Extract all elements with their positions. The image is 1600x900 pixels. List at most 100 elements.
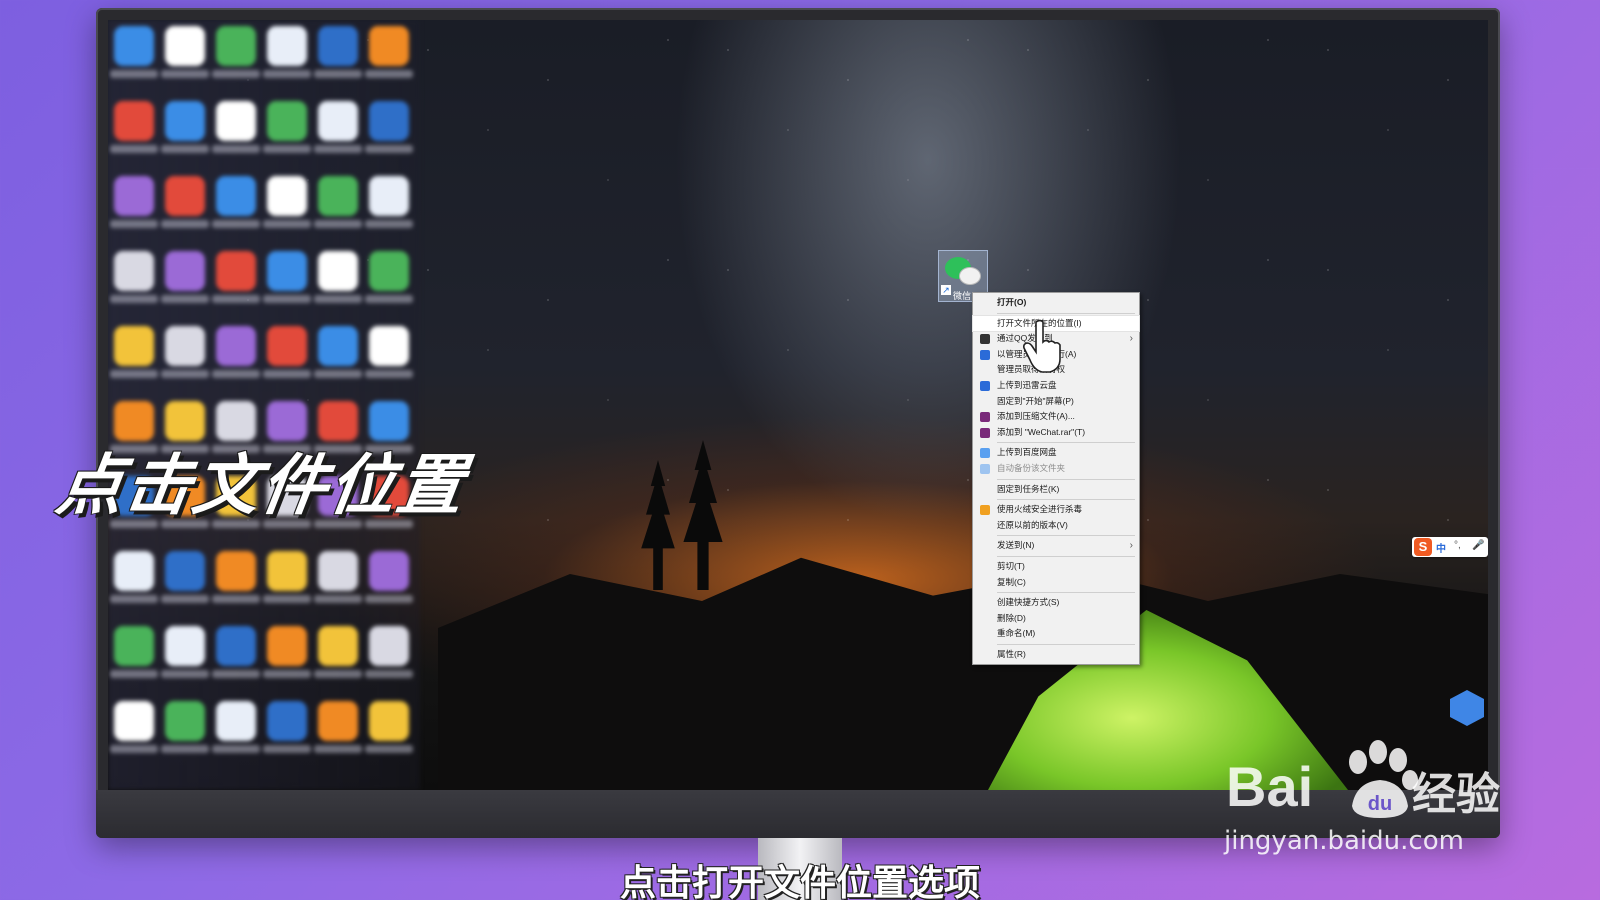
context-menu-item[interactable]: 发送到(N) › [973,538,1139,554]
blurred-app-icon [314,26,362,78]
context-menu-item[interactable]: 删除(D) [973,611,1139,627]
shield-icon [980,349,990,360]
sogou-logo-icon[interactable]: S [1414,538,1432,556]
menu-separator [997,592,1135,594]
menu-item-label: 使用火绒安全进行杀毒 [997,504,1083,515]
blurred-app-icon [314,251,362,303]
blurred-app-icon [314,176,362,228]
blurred-app-icon [110,701,158,753]
context-menu-item[interactable]: 打开(O) [973,295,1139,311]
menu-item-label: 添加到压缩文件(A)... [997,411,1075,422]
watermark-url: jingyan.baidu.com [1224,826,1464,856]
ime-punctuation-toggle[interactable]: °, [1454,540,1461,551]
blurred-app-icon [263,626,311,678]
context-menu-item[interactable]: 固定到任务栏(K) [973,482,1139,498]
blurred-app-icon [161,626,209,678]
menu-item-label: 复制(C) [997,576,1026,587]
microphone-icon[interactable]: 🎤 [1472,540,1484,551]
context-menu-item[interactable]: 属性(R) [973,647,1139,663]
blurred-app-icon [110,626,158,678]
menu-item-label: 上传到迅雷云盘 [997,379,1057,390]
menu-item-label: 上传到百度网盘 [997,447,1057,458]
menu-separator [997,499,1135,501]
context-menu-item[interactable]: 固定到"开始"屏幕(P) [973,394,1139,410]
blurred-app-icon [110,176,158,228]
blurred-app-icon [110,251,158,303]
menu-separator [997,535,1135,537]
context-menu-item[interactable]: 重命名(M) [973,626,1139,642]
blurred-app-icon [161,26,209,78]
blurred-app-icon [365,101,413,153]
blurred-app-icon [263,101,311,153]
blurred-app-icon [365,701,413,753]
blurred-app-icon [314,101,362,153]
watermark-du: du [1368,793,1392,815]
menu-item-label: 创建快捷方式(S) [997,597,1060,608]
blurred-app-icon [161,176,209,228]
menu-separator [997,442,1135,444]
wechat-bubble-icon [959,267,981,285]
hand-cursor-icon [1023,319,1061,373]
desktop-icon-label: 微信 [953,291,972,301]
context-menu-item[interactable]: 创建快捷方式(S) [973,595,1139,611]
menu-item-label: 属性(R) [997,648,1026,659]
watermark-brand-latin: Bai [1226,755,1314,818]
menu-item-label: 发送到(N) [997,540,1035,551]
blurred-app-icon [365,26,413,78]
menu-item-label: 重命名(M) [997,628,1036,639]
sogou-ime-toolbar[interactable]: S 中 °, 🎤 [1412,537,1488,557]
cloud-upload-icon [980,380,990,391]
blurred-app-icon [212,551,260,603]
context-menu-item[interactable]: 剪切(T) [973,559,1139,575]
shortcut-arrow-icon: ↗ [941,285,951,295]
chevron-right-icon: › [1129,333,1133,345]
winrar-icon [980,427,990,438]
context-menu-item[interactable]: 还原以前的版本(V) [973,518,1139,534]
baidu-jingyan-watermark: Bai du 经验 jingyan.baidu.com [1224,740,1516,860]
menu-item-label: 还原以前的版本(V) [997,519,1068,530]
blurred-app-icon [110,326,158,378]
chevron-right-icon: › [1129,540,1133,552]
qq-icon [980,334,990,345]
baidu-netdisk-icon [980,448,990,459]
blurred-app-icon [314,326,362,378]
blurred-app-icon [110,551,158,603]
menu-item-label: 固定到"开始"屏幕(P) [997,395,1074,406]
menu-item-label: 添加到 "WeChat.rar"(T) [997,426,1086,437]
blurred-app-icon [212,26,260,78]
blurred-app-icon [365,251,413,303]
blurred-app-icon [212,701,260,753]
menu-item-label: 剪切(T) [997,560,1025,571]
blurred-app-icon [161,701,209,753]
context-menu-item[interactable]: 添加到压缩文件(A)... [973,409,1139,425]
blurred-app-icon [365,626,413,678]
blurred-app-icon [212,176,260,228]
blurred-app-icon [161,326,209,378]
desktop-screen: ↗ 微信 S 中 °, 🎤 [108,20,1488,790]
blurred-app-icon [161,551,209,603]
blurred-app-icon [212,251,260,303]
ime-language-toggle[interactable]: 中 [1436,540,1446,555]
blurred-app-icon [110,101,158,153]
context-menu-item[interactable]: 上传到迅雷云盘 [973,378,1139,394]
context-menu-item[interactable]: 复制(C) [973,575,1139,591]
blurred-app-icon [212,101,260,153]
context-menu-item[interactable]: 使用火绒安全进行杀毒 [973,502,1139,518]
blurred-app-icon [161,251,209,303]
blurred-app-icon [365,176,413,228]
context-menu-item[interactable]: 添加到 "WeChat.rar"(T) [973,425,1139,441]
blurred-app-icon [161,101,209,153]
winrar-icon [980,412,990,423]
menu-item-label: 自动备份该文件夹 [997,462,1066,473]
menu-separator [997,312,1135,314]
menu-separator [997,478,1135,480]
blurred-app-icon [263,26,311,78]
blurred-app-icon [263,176,311,228]
blurred-app-icon [314,701,362,753]
blurred-app-icon [212,626,260,678]
blurred-app-icon [314,551,362,603]
context-menu-item[interactable]: 上传到百度网盘 [973,445,1139,461]
blurred-app-icon [365,551,413,603]
blurred-app-icon [263,251,311,303]
blurred-app-icon [263,326,311,378]
